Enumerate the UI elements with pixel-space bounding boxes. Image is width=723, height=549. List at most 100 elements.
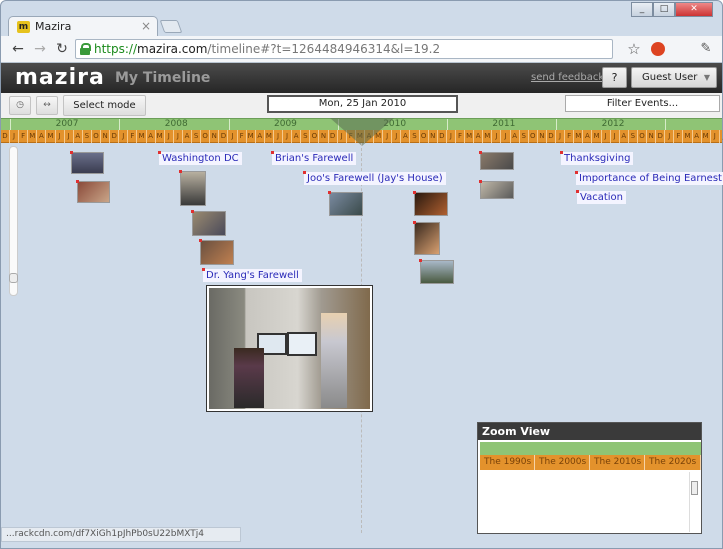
month-tick: M	[483, 130, 493, 143]
month-tick: M	[28, 130, 38, 143]
month-tick: O	[310, 130, 320, 143]
user-menu-button[interactable]: Guest User ▼	[631, 67, 717, 88]
filter-events-input[interactable]: Filter Events...	[565, 95, 720, 112]
new-tab-button[interactable]	[159, 20, 183, 33]
window-close-icon[interactable]: ✕	[675, 2, 713, 17]
month-tick: N	[320, 130, 329, 143]
month-tick: F	[565, 130, 575, 143]
month-tick: J	[502, 130, 511, 143]
photo-thumbnail[interactable]	[479, 151, 514, 170]
month-tick: F	[128, 130, 138, 143]
photo-thumbnail[interactable]	[70, 151, 104, 174]
mazira-logo[interactable]: mazira	[15, 65, 105, 90]
zoom-slider-handle[interactable]	[9, 273, 18, 283]
event-vacation[interactable]: Vacation	[576, 190, 626, 204]
zoom-slider[interactable]	[9, 146, 18, 296]
pan-arrows-icon[interactable]: ↔	[36, 96, 58, 115]
month-tick: A	[401, 130, 411, 143]
year-label[interactable]: 2011	[492, 119, 515, 130]
photo-thumbnail[interactable]	[328, 191, 363, 216]
lock-icon	[80, 43, 91, 55]
month-tick: O	[420, 130, 429, 143]
minimize-icon[interactable]: _	[631, 2, 653, 17]
event-dr-yangs-farewell[interactable]: Dr. Yang's Farewell	[202, 268, 302, 282]
month-tick: A	[292, 130, 302, 143]
photo-thumbnail[interactable]	[191, 210, 226, 236]
month-tick: M	[684, 130, 693, 143]
month-tick: J	[665, 130, 675, 143]
year-label[interactable]: 2009	[274, 119, 297, 130]
page-title: My Timeline	[115, 70, 211, 86]
status-bar: ...rackcdn.com/df7XiGh1pJhPb0sU22bMXTj4	[1, 527, 241, 542]
clock-icon[interactable]: ◷	[9, 96, 31, 115]
photo-thumbnail[interactable]	[419, 259, 454, 284]
month-tick: M	[702, 130, 711, 143]
url-scheme: https://	[94, 42, 138, 56]
browser-tab[interactable]: m Mazira ×	[8, 16, 158, 37]
photo-thumbnail[interactable]	[199, 239, 234, 265]
zoom-year-band	[480, 442, 701, 455]
month-tick: M	[574, 130, 584, 143]
adblock-icon[interactable]	[649, 40, 667, 58]
photo-thumbnail[interactable]	[413, 191, 448, 216]
photo-thumbnail[interactable]	[479, 180, 514, 199]
current-time-pointer[interactable]	[330, 118, 394, 146]
month-tick: S	[192, 130, 202, 143]
year-label[interactable]: 2012	[602, 119, 625, 130]
month-tick: J	[229, 130, 238, 143]
month-tick: D	[547, 130, 556, 143]
select-mode-button[interactable]: Select mode	[63, 95, 146, 116]
event-thanksgiving[interactable]: Thanksgiving	[559, 151, 634, 165]
month-tick: J	[165, 130, 174, 143]
photo-preview-image	[209, 288, 370, 409]
photo-thumbnail[interactable]	[179, 170, 206, 206]
month-tick: S	[520, 130, 529, 143]
month-tick: A	[37, 130, 47, 143]
photo-thumbnail[interactable]	[413, 221, 440, 255]
send-feedback-link[interactable]: send feedback	[531, 72, 604, 83]
month-tick: A	[183, 130, 192, 143]
zoom-decade-band[interactable]: The 1990s The 2000s The 2010s The 2020s	[480, 455, 701, 470]
bookmark-star-icon[interactable]: ☆	[625, 40, 643, 58]
decade-2020s[interactable]: The 2020s	[645, 455, 701, 470]
year-label[interactable]: 2008	[165, 119, 188, 130]
reload-icon[interactable]: ↻	[53, 40, 71, 58]
forward-arrow-icon[interactable]: →	[31, 40, 49, 58]
event-importance-of-being-earnest[interactable]: Importance of Being Earnest	[575, 171, 723, 185]
user-name: Guest User	[642, 72, 698, 83]
event-brians-farewell[interactable]: Brian's Farewell	[270, 151, 357, 165]
month-tick: O	[92, 130, 101, 143]
chevron-down-icon: ▼	[703, 73, 710, 82]
decade-2010s[interactable]: The 2010s	[590, 455, 645, 470]
month-tick: J	[274, 130, 283, 143]
month-tick: A	[511, 130, 520, 143]
month-tick: D	[438, 130, 447, 143]
photo-preview[interactable]	[206, 285, 373, 412]
event-joos-farewell[interactable]: Joo's Farewell (Jay's House)	[303, 171, 446, 185]
month-tick: F	[456, 130, 465, 143]
decade-1990s[interactable]: The 1990s	[480, 455, 535, 470]
event-washington-dc[interactable]: Washington DC	[158, 151, 242, 165]
zoom-scrollbar[interactable]	[689, 472, 699, 532]
address-bar[interactable]: https://mazira.com/timeline#?t=126448494…	[75, 39, 613, 59]
photo-thumbnail[interactable]	[76, 180, 110, 203]
month-tick: J	[56, 130, 65, 143]
close-tab-icon[interactable]: ×	[141, 19, 151, 33]
month-tick: N	[210, 130, 220, 143]
month-tick: M	[593, 130, 602, 143]
wrench-icon[interactable]: ✎	[697, 40, 715, 58]
back-arrow-icon[interactable]: ←	[9, 40, 27, 58]
month-tick: S	[83, 130, 92, 143]
decade-2000s[interactable]: The 2000s	[535, 455, 590, 470]
current-date-display[interactable]: Mon, 25 Jan 2010	[267, 95, 458, 113]
help-button[interactable]: ?	[602, 67, 627, 88]
maximize-icon[interactable]: □	[653, 2, 675, 17]
month-tick: A	[74, 130, 83, 143]
month-tick: F	[238, 130, 247, 143]
year-label[interactable]: 2007	[56, 119, 79, 130]
zoom-view-panel: Zoom View The 1990s The 2000s The 2010s …	[477, 422, 702, 534]
month-tick: J	[65, 130, 74, 143]
month-tick: J	[283, 130, 293, 143]
month-tick: J	[602, 130, 611, 143]
month-tick: J	[119, 130, 129, 143]
